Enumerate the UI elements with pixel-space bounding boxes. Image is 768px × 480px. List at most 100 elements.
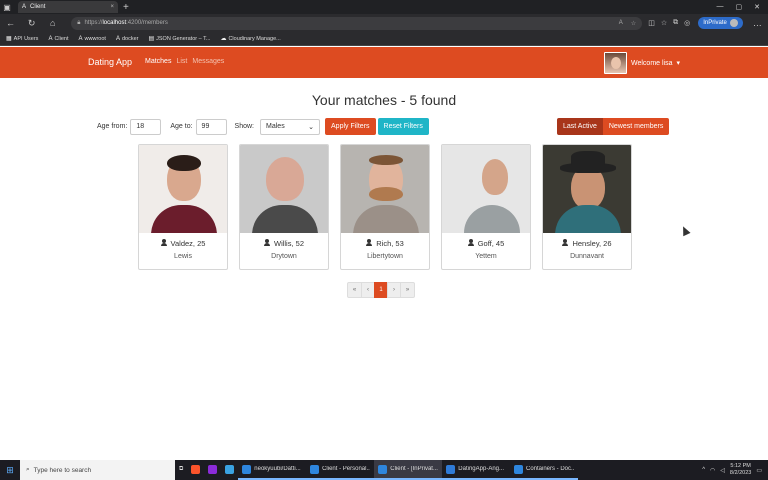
sort-button-group: Last Active Newest members [557, 118, 670, 135]
bookmark-item[interactable]: Adocker [116, 36, 139, 42]
age-from-input[interactable]: 18 [130, 118, 162, 135]
member-photo [341, 145, 429, 233]
taskbar-app[interactable]: Containers - Doc... [510, 460, 579, 480]
angular-icon: A [48, 35, 53, 42]
clock-date: 8/2/2023 [729, 470, 752, 476]
collections-icon[interactable]: ⧉ [673, 19, 678, 27]
tab-actions-icon[interactable]: ▣ [0, 0, 14, 14]
url-bar[interactable]: 🔒︎ https://localhost:4200/members A ☆ [71, 16, 643, 30]
next-page-button[interactable]: › [387, 282, 401, 298]
newest-members-button[interactable]: Newest members [602, 118, 670, 135]
json-icon: ▤ [148, 36, 155, 42]
profile-avatar [729, 19, 738, 27]
taskbar-search-placeholder: Type here to search [33, 466, 92, 474]
user-menu[interactable]: Welcome lisa ▾ [604, 52, 680, 74]
show-label: Show: [234, 123, 255, 130]
taskbar-app[interactable]: Client - Personal... [306, 460, 375, 480]
age-to-input[interactable]: 99 [195, 118, 227, 135]
nav-matches[interactable]: Matches [145, 58, 171, 65]
clipchamp-icon[interactable] [204, 460, 221, 480]
taskbar-app-label: Client - Personal... [322, 466, 371, 472]
maximize-icon[interactable]: ▢ [736, 3, 743, 11]
reset-filters-button[interactable]: Reset Filters [377, 118, 429, 135]
bookmark-item[interactable]: ▦ API Users [6, 35, 38, 43]
favorite-star-icon[interactable]: ☆ [631, 20, 636, 27]
app-icon [310, 464, 320, 474]
user-icon [160, 239, 167, 246]
task-view-icon[interactable]: ⧉ [175, 460, 187, 480]
refresh-icon[interactable]: ↻ [25, 18, 38, 29]
mouse-cursor-icon [679, 224, 691, 237]
brand-link[interactable]: Dating App [88, 57, 132, 67]
pagination: « ‹ 1 › » [347, 282, 415, 298]
home-icon[interactable]: ⌂ [46, 18, 59, 28]
welcome-text: Welcome lisa [631, 59, 673, 67]
last-page-button[interactable]: » [400, 282, 415, 298]
taskbar-app[interactable]: neokyuubi/Datti... [238, 460, 307, 480]
avatar [604, 52, 627, 74]
bookmarks-bar: ▦ API Users A Client Awwwroot Adocker ▤ JSON Ge… [0, 32, 768, 46]
back-icon[interactable]: ← [4, 18, 17, 28]
prev-page-button[interactable]: ‹ [361, 282, 375, 298]
brave-icon[interactable] [187, 460, 204, 480]
new-tab-button[interactable]: + [123, 2, 129, 13]
taskbar-app[interactable]: Client - [InPrivat... [374, 460, 443, 480]
extensions-icon[interactable]: ◎ [684, 19, 690, 27]
more-icon[interactable]: … [751, 18, 764, 28]
taskbar-search[interactable]: ⌕ Type here to search [20, 460, 175, 480]
member-city: Yettem [475, 253, 497, 260]
tab-close-icon[interactable]: × [110, 4, 114, 10]
filter-form: Age from: 18 Age to: 99 Show: Males ⌄ Ap… [97, 118, 429, 135]
bookmark-label: JSON Generator – T... [156, 35, 211, 42]
windows-start-icon[interactable]: ⊞ [0, 465, 20, 476]
bookmark-item[interactable]: Awwwroot [79, 36, 106, 42]
first-page-button[interactable]: « [347, 282, 362, 298]
member-city: Libertytown [367, 253, 403, 260]
lock-icon: 🔒︎ [77, 19, 81, 26]
clock-time: 5:12 PM [730, 463, 751, 469]
split-screen-icon[interactable]: ◫ [648, 19, 655, 27]
url-prefix: https:// [84, 20, 103, 26]
inprivate-badge[interactable]: InPrivate [698, 17, 743, 29]
close-window-icon[interactable]: ✕ [754, 3, 760, 11]
member-card[interactable]: Hensley, 26 Dunnavant [542, 144, 632, 270]
app-icon [242, 464, 252, 474]
member-card[interactable]: Rich, 53 Libertytown [340, 144, 430, 270]
member-name: Willis, 52 [273, 239, 304, 248]
read-aloud-icon[interactable]: A [619, 20, 623, 27]
clock[interactable]: 5:12 PM 8/2/2023 [730, 463, 751, 477]
bookmark-item[interactable]: ☁ Cloudinary Manage... [220, 35, 280, 43]
volume-icon[interactable]: ◁ [720, 467, 725, 474]
taskbar-app-label: Containers - Doc... [525, 466, 575, 472]
notifications-icon[interactable]: ▭ [756, 467, 762, 474]
apply-filters-button[interactable]: Apply Filters [325, 118, 376, 135]
minimize-icon[interactable]: — [717, 3, 724, 11]
gender-select[interactable]: Males ⌄ [260, 118, 321, 135]
member-photo [240, 145, 328, 233]
bookmark-label: wwwroot [84, 35, 106, 42]
user-icon [562, 239, 569, 246]
member-card[interactable]: Goff, 45 Yettem [441, 144, 531, 270]
notepad-icon[interactable] [221, 460, 238, 480]
chevron-up-icon[interactable]: ^ [702, 467, 705, 473]
nav-messages[interactable]: Messages [192, 58, 224, 65]
member-photo [139, 145, 227, 233]
cloudinary-icon: ☁ [220, 36, 227, 42]
member-list: Valdez, 25 Lewis Willis, 52 Drytown Rich… [138, 144, 632, 270]
taskbar-app-label: DatingApp-Ang... [458, 466, 504, 472]
taskbar-app[interactable]: DatingApp-Ang... [442, 460, 511, 480]
member-name: Valdez, 25 [170, 239, 206, 248]
page-1-button[interactable]: 1 [374, 282, 388, 298]
member-card[interactable]: Valdez, 25 Lewis [138, 144, 228, 270]
last-active-button[interactable]: Last Active [557, 118, 603, 135]
app-icon [378, 464, 388, 474]
bookmark-item[interactable]: A Client [48, 36, 68, 42]
member-card[interactable]: Willis, 52 Drytown [239, 144, 329, 270]
system-tray: ^ ◠ ◁ 5:12 PM 8/2/2023 ▭ [702, 463, 768, 477]
bookmark-item[interactable]: ▤ JSON Generator – T... [148, 35, 211, 43]
wifi-icon[interactable]: ◠ [710, 467, 715, 474]
browser-tab[interactable]: A Client × [18, 1, 118, 13]
member-city: Drytown [271, 253, 297, 260]
favorites-icon[interactable]: ☆ [661, 19, 667, 27]
nav-list[interactable]: List [176, 58, 187, 65]
